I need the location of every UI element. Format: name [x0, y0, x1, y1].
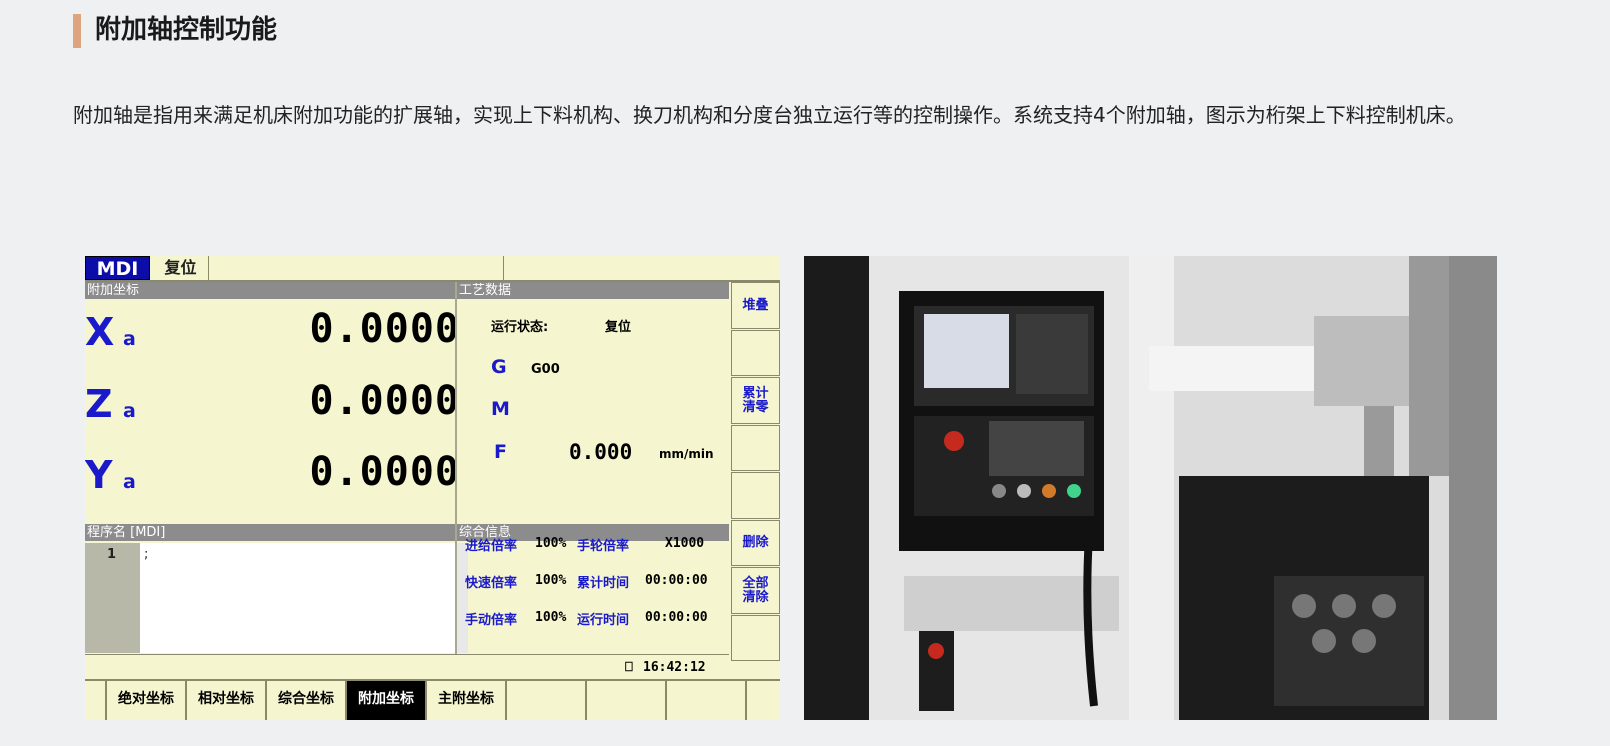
axis-x-sub: a: [123, 328, 136, 350]
total-time-label: 累计时间: [577, 576, 630, 591]
tab-relative[interactable]: 相对坐标: [187, 681, 267, 720]
machine-photo-illustration: [804, 256, 1497, 720]
section-title: 附加轴控制功能: [95, 15, 278, 45]
title-accent-bar: [73, 14, 81, 48]
softkey-empty-1[interactable]: [731, 330, 780, 376]
softkey-empty-4[interactable]: [731, 615, 780, 661]
run-state-label: 运行状态:: [491, 320, 549, 335]
cnc-screen: MDI 复位 附加坐标 工艺数据 X a 0.0000 Z a 0.0000 Y…: [85, 256, 780, 720]
softkey-empty-2[interactable]: [731, 425, 780, 471]
softkey-empty-3[interactable]: [731, 472, 780, 519]
softkey-reset-total[interactable]: 累计 清零: [731, 377, 780, 424]
feed-rate-label: 进给倍率: [465, 539, 518, 554]
code-area[interactable]: ;: [140, 543, 455, 653]
tab-additional[interactable]: 附加坐标: [347, 681, 427, 720]
handwheel-rate-value: X1000: [665, 536, 705, 551]
tab-main-additional[interactable]: 主附坐标: [427, 681, 507, 720]
softkey-delete[interactable]: 删除: [731, 520, 780, 566]
cnc-top-bar: MDI 复位: [85, 256, 780, 282]
column-divider: [455, 282, 457, 654]
rapid-rate-label: 快速倍率: [465, 576, 518, 591]
tab-empty-7[interactable]: [587, 681, 667, 720]
softkey-clear-all[interactable]: 全部 清除: [731, 567, 780, 614]
tab-empty-0[interactable]: [85, 681, 107, 720]
manual-rate-value: 100%: [535, 610, 567, 625]
line-number: 1: [107, 547, 117, 562]
axis-y-label: Y: [85, 453, 113, 497]
tab-empty-6[interactable]: [507, 681, 587, 720]
axis-z-value: 0.0000: [309, 378, 460, 424]
f-unit: mm/min: [659, 447, 714, 461]
feed-rate-value: 100%: [535, 536, 567, 551]
axis-y-value: 0.0000: [309, 449, 460, 495]
state-label: 复位: [153, 256, 209, 280]
axis-x-label: X: [85, 310, 115, 354]
clock-icon: ⎕: [625, 660, 633, 675]
f-value: 0.000: [569, 440, 633, 464]
tab-empty-8[interactable]: [667, 681, 747, 720]
program-panel-title: 程序名 [MDI]: [85, 524, 455, 541]
m-label: M: [491, 398, 510, 420]
axis-z-label: Z: [85, 382, 113, 426]
tab-empty-9[interactable]: [747, 681, 780, 720]
bottom-tab-bar: 绝对坐标 相对坐标 综合坐标 附加坐标 主附坐标: [85, 679, 780, 720]
program-editor[interactable]: 1 ;: [85, 543, 468, 653]
rapid-rate-value: 100%: [535, 573, 567, 588]
process-panel-title: 工艺数据: [457, 282, 729, 299]
f-label: F: [494, 441, 507, 463]
axis-y-sub: a: [123, 471, 136, 493]
mode-badge: MDI: [85, 256, 150, 280]
top-separator: [503, 256, 504, 280]
clock: 16:42:12: [643, 660, 706, 675]
axis-x-value: 0.0000: [309, 306, 460, 352]
run-state-value: 复位: [605, 320, 632, 335]
tab-combined[interactable]: 综合坐标: [267, 681, 347, 720]
machine-photo: [804, 256, 1497, 720]
line-number-gutter: 1: [85, 543, 140, 653]
softkey-stack[interactable]: 堆叠: [731, 282, 780, 329]
axes-panel-title: 附加坐标: [85, 282, 455, 299]
run-time-value: 00:00:00: [645, 610, 708, 625]
code-line: ;: [144, 547, 149, 562]
manual-rate-label: 手动倍率: [465, 613, 518, 628]
total-time-value: 00:00:00: [645, 573, 708, 588]
g-value: G00: [531, 362, 560, 377]
g-label: G: [491, 356, 507, 378]
run-time-label: 运行时间: [577, 613, 630, 628]
tab-absolute[interactable]: 绝对坐标: [107, 681, 187, 720]
status-divider: [85, 654, 729, 655]
handwheel-rate-label: 手轮倍率: [577, 539, 630, 554]
section-description: 附加轴是指用来满足机床附加功能的扩展轴，实现上下料机构、换刀机构和分度台独立运行…: [73, 103, 1466, 127]
axis-z-sub: a: [123, 400, 136, 422]
